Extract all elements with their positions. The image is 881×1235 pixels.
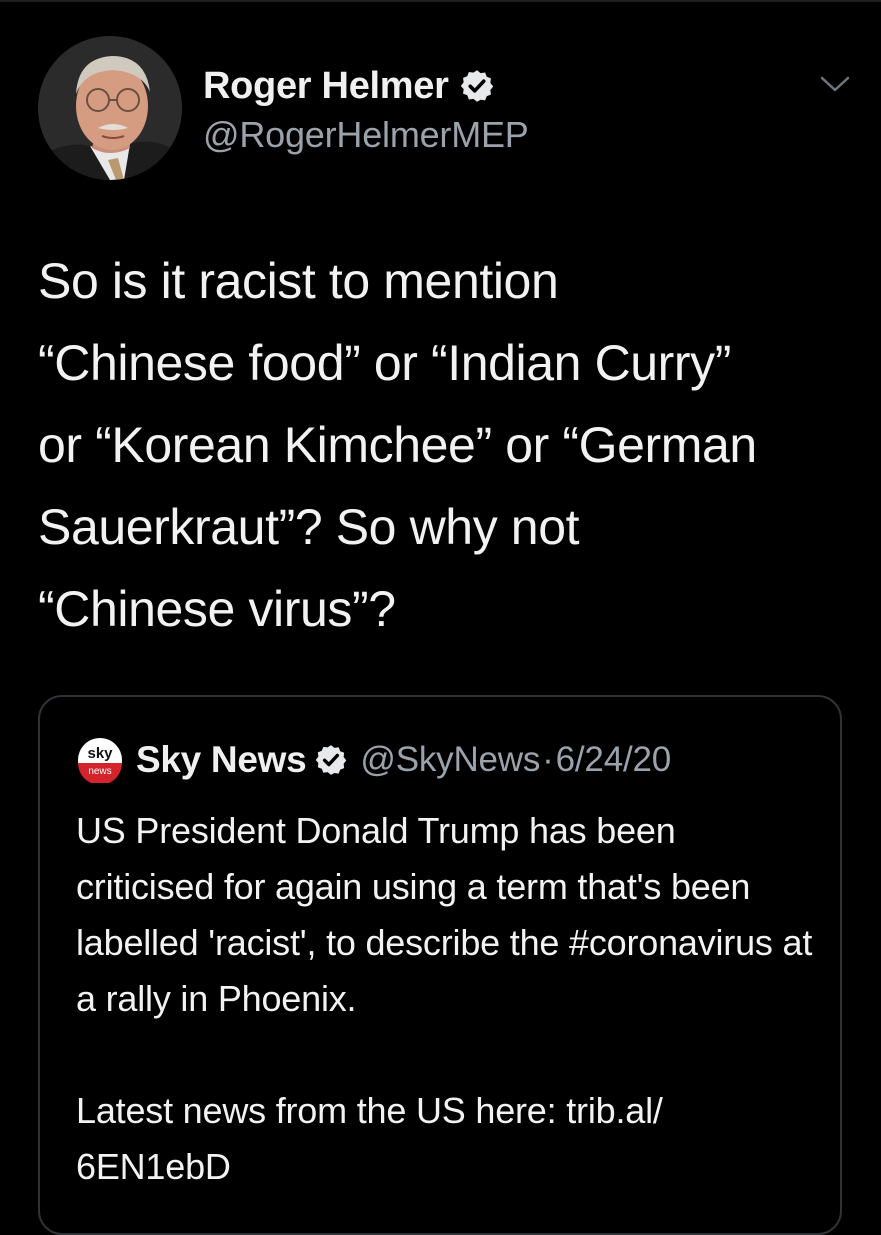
chevron-down-icon[interactable] <box>818 72 852 96</box>
sky-logo-text-bottom: news <box>88 766 111 777</box>
avatar[interactable] <box>38 36 182 180</box>
sky-logo-text-top: sky <box>87 745 113 762</box>
quoted-tweet-header: sky news Sky News @SkyNews · 6/24/20 <box>76 737 671 783</box>
quoted-tweet-text: US President Donald Trump has been criti… <box>76 803 816 1195</box>
quoted-handle[interactable]: @SkyNews <box>360 740 540 780</box>
author-display-name[interactable]: Roger Helmer <box>203 65 449 108</box>
verified-badge-icon <box>460 70 493 102</box>
author-name-row: Roger Helmer <box>203 64 529 108</box>
avatar-photo-icon <box>38 36 182 180</box>
quoted-separator: · <box>542 740 554 779</box>
tweet-header: Roger Helmer @RogerHelmerMEP <box>38 36 850 186</box>
quoted-display-name[interactable]: Sky News <box>136 739 307 781</box>
quoted-tweet-card[interactable]: sky news Sky News @SkyNews · 6/24/20 US … <box>38 695 842 1235</box>
author-handle[interactable]: @RogerHelmerMEP <box>203 114 529 156</box>
quoted-paragraph-1: US President Donald Trump has been criti… <box>76 810 813 1019</box>
tweet-text: So is it racist to mention “Chinese food… <box>38 253 757 637</box>
author-info: Roger Helmer @RogerHelmerMEP <box>203 64 529 156</box>
quoted-verified-badge-icon <box>316 745 347 775</box>
quoted-paragraph-2: Latest news from the US here: trib.al/ 6… <box>76 1090 663 1187</box>
top-divider <box>0 0 881 2</box>
quoted-date[interactable]: 6/24/20 <box>556 740 672 780</box>
sky-news-logo-icon: sky news <box>78 738 122 783</box>
